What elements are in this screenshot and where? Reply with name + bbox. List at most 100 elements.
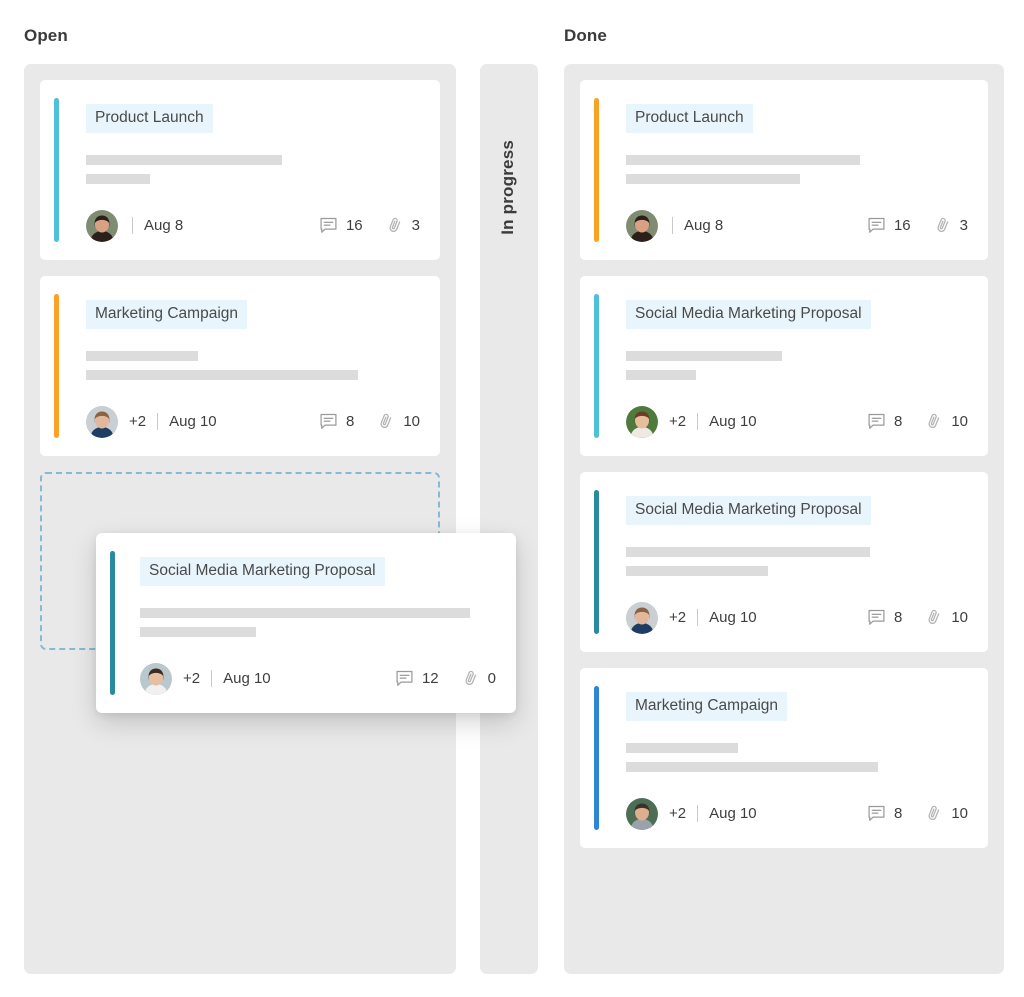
attachment-count[interactable]: 0 (461, 669, 496, 688)
due-date: Aug 10 (223, 670, 271, 688)
paperclip-icon (924, 608, 943, 627)
skeleton-bar (626, 350, 782, 361)
attachment-count[interactable]: 10 (924, 412, 968, 431)
due-date: Aug 10 (709, 805, 757, 823)
comment-icon (319, 412, 338, 431)
attachment-count-value: 3 (411, 217, 420, 235)
card-stats: 16 3 (319, 216, 420, 235)
meta-divider (697, 609, 699, 627)
card-meta: +2 Aug 10 8 10 (626, 797, 968, 830)
paperclip-icon (924, 804, 943, 823)
card-accent-bar (594, 490, 599, 634)
comment-count-value: 8 (893, 805, 903, 823)
attachment-count[interactable]: 10 (924, 804, 968, 823)
skeleton-bar (140, 626, 256, 637)
column-header-done: Done (564, 26, 607, 45)
comment-count[interactable]: 12 (395, 669, 439, 688)
attachment-count-value: 10 (951, 805, 968, 823)
comment-icon (319, 216, 338, 235)
meta-divider (132, 217, 133, 235)
meta-divider (157, 413, 159, 431)
avatar[interactable] (626, 601, 658, 634)
card-accent-bar (54, 98, 59, 242)
card[interactable]: Product Launch Aug 8 16 3 (40, 80, 440, 260)
card-description-placeholder (86, 154, 420, 184)
dragged-card[interactable]: Social Media Marketing Proposal +2 Aug 10 1… (96, 533, 516, 713)
card[interactable]: Marketing Campaign +2 Aug 10 8 10 (40, 276, 440, 456)
skeleton-bar (626, 565, 768, 576)
attachment-count[interactable]: 10 (924, 608, 968, 627)
card[interactable]: Marketing Campaign +2 Aug 10 8 10 (580, 668, 988, 848)
avatar[interactable] (626, 209, 658, 242)
card-title: Product Launch (626, 104, 753, 133)
comment-icon (395, 669, 414, 688)
card-accent-bar (594, 686, 599, 830)
card[interactable]: Social Media Marketing Proposal +2 Aug 10 8… (580, 472, 988, 652)
card-meta: +2 Aug 10 8 10 (86, 405, 420, 438)
card-stats: 8 10 (867, 804, 968, 823)
paperclip-icon (461, 669, 480, 688)
paperclip-icon (376, 412, 395, 431)
card-meta: Aug 8 16 3 (626, 209, 968, 242)
assignee-overflow-count: +2 (129, 413, 147, 431)
comment-icon (867, 412, 886, 431)
comment-count-value: 16 (893, 217, 911, 235)
attachment-count-value: 10 (951, 609, 968, 627)
comment-count[interactable]: 8 (867, 412, 902, 431)
card-accent-bar (594, 98, 599, 242)
card[interactable]: Social Media Marketing Proposal +2 Aug 10 8… (580, 276, 988, 456)
card-title: Social Media Marketing Proposal (626, 496, 871, 525)
card-description-placeholder (626, 742, 968, 772)
skeleton-bar (626, 761, 878, 772)
paperclip-icon (924, 412, 943, 431)
attachment-count[interactable]: 3 (385, 216, 420, 235)
skeleton-bar (626, 546, 870, 557)
card-title: Social Media Marketing Proposal (626, 300, 871, 329)
card-accent-bar (594, 294, 599, 438)
comment-count[interactable]: 8 (867, 804, 902, 823)
comment-count[interactable]: 8 (319, 412, 354, 431)
comment-count-value: 8 (345, 413, 355, 431)
comment-count[interactable]: 8 (867, 608, 902, 627)
avatar[interactable] (626, 405, 658, 438)
attachment-count[interactable]: 10 (376, 412, 420, 431)
avatar[interactable] (86, 405, 118, 438)
avatar[interactable] (626, 797, 658, 830)
card-accent-bar (110, 551, 115, 695)
assignee-overflow-count: +2 (669, 805, 687, 823)
assignee-overflow-count: +2 (669, 413, 687, 431)
column-done[interactable]: Product Launch Aug 8 16 3 Social Media Marke… (564, 64, 1004, 974)
comment-count[interactable]: 16 (319, 216, 363, 235)
avatar[interactable] (86, 209, 118, 242)
attachment-count[interactable]: 3 (933, 216, 968, 235)
skeleton-bar (626, 742, 738, 753)
skeleton-bar (626, 154, 860, 165)
column-in-progress[interactable]: In progress (480, 64, 538, 974)
attachment-count-value: 0 (487, 670, 496, 688)
skeleton-bar (86, 154, 282, 165)
column-open[interactable]: Product Launch Aug 8 16 3 Marketing Campaign… (24, 64, 456, 974)
card-description-placeholder (626, 154, 968, 184)
due-date: Aug 10 (169, 413, 217, 431)
meta-divider (211, 670, 213, 688)
comment-count[interactable]: 16 (867, 216, 911, 235)
card-title: Social Media Marketing Proposal (140, 557, 385, 586)
card-stats: 8 10 (867, 412, 968, 431)
comment-icon (867, 216, 886, 235)
attachment-count-value: 3 (959, 217, 968, 235)
card-meta: +2 Aug 10 8 10 (626, 405, 968, 438)
paperclip-icon (933, 216, 952, 235)
card-title: Marketing Campaign (626, 692, 788, 721)
skeleton-bar (86, 350, 198, 361)
card-accent-bar (54, 294, 59, 438)
card-stats: 8 10 (319, 412, 420, 431)
kanban-board: Open Done Product Launch Aug 8 16 3 Marketin… (0, 0, 1024, 997)
card-stats: 16 3 (867, 216, 968, 235)
card-meta: +2 Aug 10 12 0 (140, 662, 496, 695)
comment-icon (867, 804, 886, 823)
comment-count-value: 8 (893, 609, 903, 627)
card[interactable]: Product Launch Aug 8 16 3 (580, 80, 988, 260)
meta-divider (697, 413, 699, 431)
comment-count-value: 12 (421, 670, 439, 688)
avatar[interactable] (140, 662, 172, 695)
